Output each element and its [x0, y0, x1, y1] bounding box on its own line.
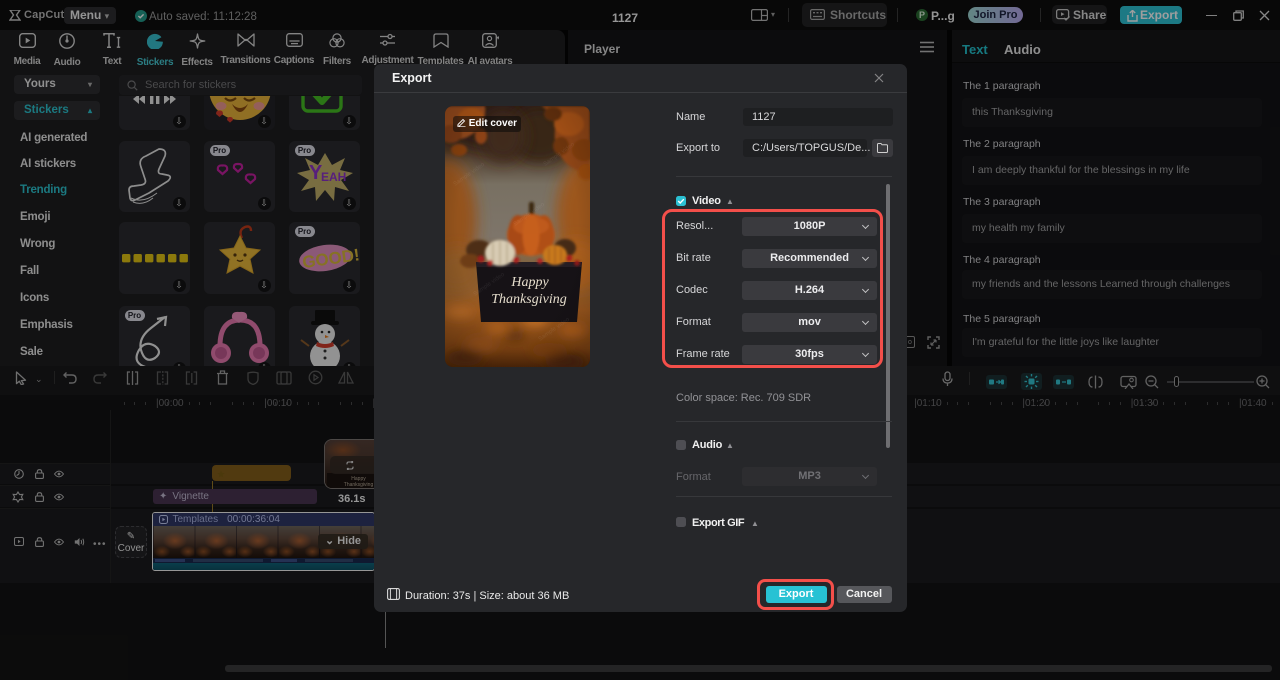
- svg-text:Happy: Happy: [510, 275, 549, 290]
- svg-text:Thanksgiving: Thanksgiving: [491, 292, 566, 307]
